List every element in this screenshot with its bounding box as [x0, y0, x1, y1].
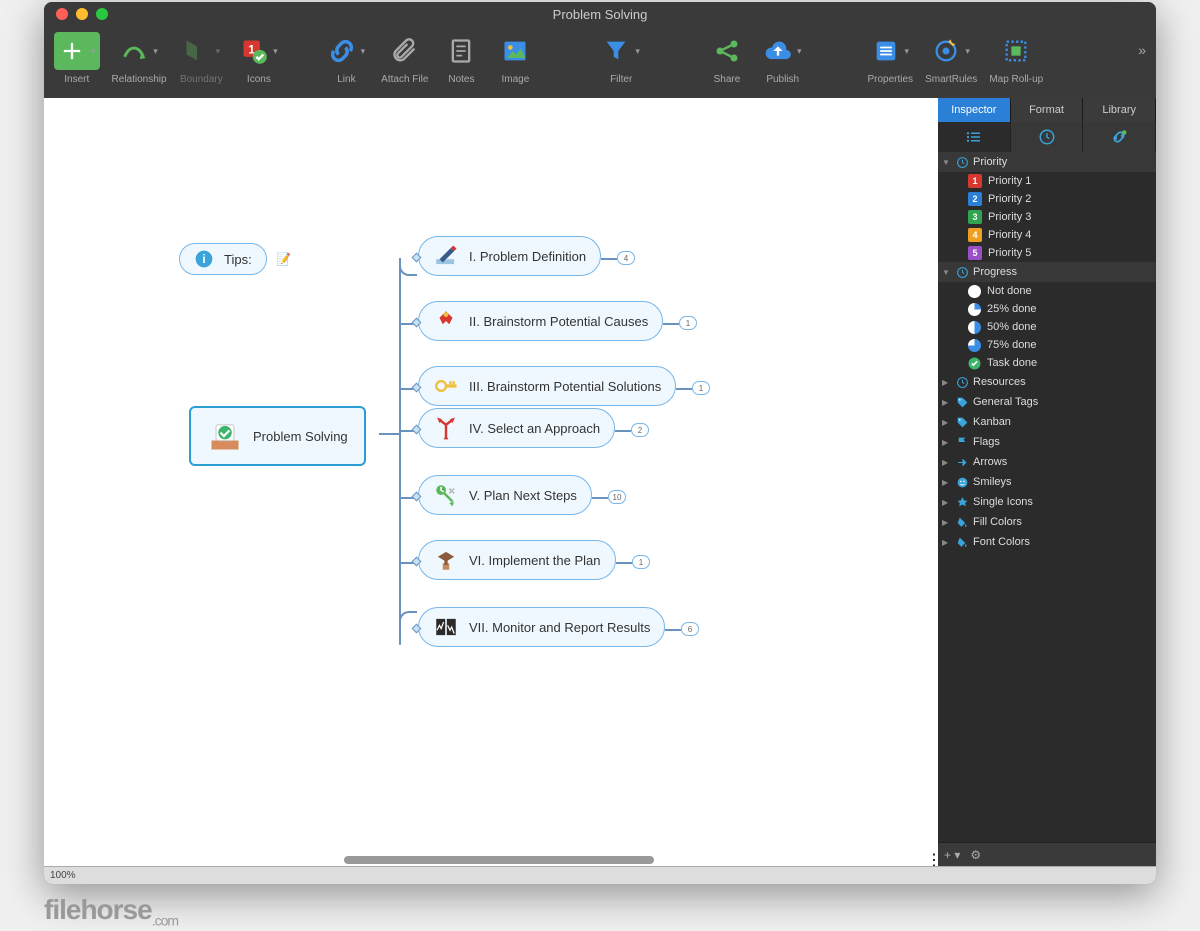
count-badge[interactable]: 10: [608, 490, 626, 504]
resize-handle[interactable]: ⋮⋮: [926, 850, 936, 860]
statusbar: 100%: [44, 866, 1156, 884]
cat-font-colors[interactable]: Font Colors: [938, 532, 1156, 552]
zoom-level[interactable]: 100%: [50, 870, 76, 881]
insert-button[interactable]: [54, 32, 100, 70]
image-button[interactable]: [494, 32, 536, 70]
watermark: filehorse.com: [44, 894, 178, 929]
cat-general-tags[interactable]: General Tags: [938, 392, 1156, 412]
progress-item[interactable]: 75% done: [938, 336, 1156, 354]
node-child[interactable]: III. Brainstorm Potential Solutions: [418, 366, 676, 406]
priority-item[interactable]: 3Priority 3: [938, 208, 1156, 226]
count-badge[interactable]: 1: [692, 381, 710, 395]
node-icon: [433, 614, 459, 640]
notes-button[interactable]: [440, 32, 482, 70]
node-icon: [433, 308, 459, 334]
count-badge[interactable]: 2: [631, 423, 649, 437]
cat-priority[interactable]: Priority: [938, 152, 1156, 172]
tab-library[interactable]: Library: [1083, 98, 1156, 122]
node-child[interactable]: II. Brainstorm Potential Causes: [418, 301, 663, 341]
node-tips[interactable]: i Tips:: [179, 243, 267, 275]
overflow-icon[interactable]: »: [1138, 42, 1144, 58]
sidebar: Inspector Format Library Priority 1Prior…: [938, 98, 1156, 866]
node-icon: [433, 415, 459, 441]
node-child[interactable]: VI. Implement the Plan: [418, 540, 616, 580]
cat-single-icons[interactable]: Single Icons: [938, 492, 1156, 512]
node-icon: [433, 243, 459, 269]
node-child[interactable]: I. Problem Definition: [418, 236, 601, 276]
subtab-clock[interactable]: [1011, 122, 1084, 152]
mindmap-canvas[interactable]: i Tips: 📝 Problem Solving I. Problem Def…: [44, 98, 938, 866]
icons-button[interactable]: 1: [236, 32, 282, 70]
window-title: Problem Solving: [44, 7, 1156, 22]
smartrules-button[interactable]: [928, 32, 974, 70]
cat-arrows[interactable]: Arrows: [938, 452, 1156, 472]
share-button[interactable]: [706, 32, 748, 70]
node-child[interactable]: IV. Select an Approach: [418, 408, 615, 448]
link-button[interactable]: [324, 32, 370, 70]
subtab-list[interactable]: [938, 122, 1011, 152]
add-button[interactable]: + ▾: [944, 848, 960, 862]
tab-inspector[interactable]: Inspector: [938, 98, 1011, 122]
node-child[interactable]: V. Plan Next Steps: [418, 475, 592, 515]
relationship-button[interactable]: [116, 32, 162, 70]
boundary-button[interactable]: [179, 32, 225, 70]
node-child[interactable]: VII. Monitor and Report Results: [418, 607, 665, 647]
count-badge[interactable]: 4: [617, 251, 635, 265]
publish-button[interactable]: [760, 32, 806, 70]
inspector-panel: Priority 1Priority 12Priority 23Priority…: [938, 152, 1156, 842]
subtab-link[interactable]: [1083, 122, 1156, 152]
cat-resources[interactable]: Resources: [938, 372, 1156, 392]
progress-item[interactable]: 50% done: [938, 318, 1156, 336]
node-root[interactable]: Problem Solving: [189, 406, 366, 466]
cat-flags[interactable]: Flags: [938, 432, 1156, 452]
horizontal-scrollbar[interactable]: [344, 856, 654, 864]
count-badge[interactable]: 6: [681, 622, 699, 636]
progress-item[interactable]: Task done: [938, 354, 1156, 372]
cat-kanban[interactable]: Kanban: [938, 412, 1156, 432]
priority-item[interactable]: 4Priority 4: [938, 226, 1156, 244]
cat-fill-colors[interactable]: Fill Colors: [938, 512, 1156, 532]
node-icon: [433, 482, 459, 508]
sidebar-footer: + ▾ ⚙: [938, 842, 1156, 866]
count-badge[interactable]: 1: [679, 316, 697, 330]
node-icon: [433, 373, 459, 399]
cat-progress[interactable]: Progress: [938, 262, 1156, 282]
tab-format[interactable]: Format: [1011, 98, 1084, 122]
properties-button[interactable]: [868, 32, 914, 70]
note-icon[interactable]: 📝: [276, 252, 291, 266]
svg-text:i: i: [202, 253, 205, 266]
count-badge[interactable]: 1: [632, 555, 650, 569]
titlebar[interactable]: Problem Solving: [44, 2, 1156, 26]
gear-icon[interactable]: ⚙: [970, 848, 981, 862]
cat-smileys[interactable]: Smileys: [938, 472, 1156, 492]
attach-button[interactable]: [384, 32, 426, 70]
node-icon: [433, 547, 459, 573]
toolbar: Insert Relationship Boundary 1Icons Link…: [44, 26, 1156, 98]
progress-item[interactable]: Not done: [938, 282, 1156, 300]
app-window: Problem Solving Insert Relationship Boun…: [44, 2, 1156, 884]
priority-item[interactable]: 1Priority 1: [938, 172, 1156, 190]
priority-item[interactable]: 5Priority 5: [938, 244, 1156, 262]
filter-button[interactable]: [598, 32, 644, 70]
priority-item[interactable]: 2Priority 2: [938, 190, 1156, 208]
progress-item[interactable]: 25% done: [938, 300, 1156, 318]
maprollup-button[interactable]: [995, 32, 1037, 70]
